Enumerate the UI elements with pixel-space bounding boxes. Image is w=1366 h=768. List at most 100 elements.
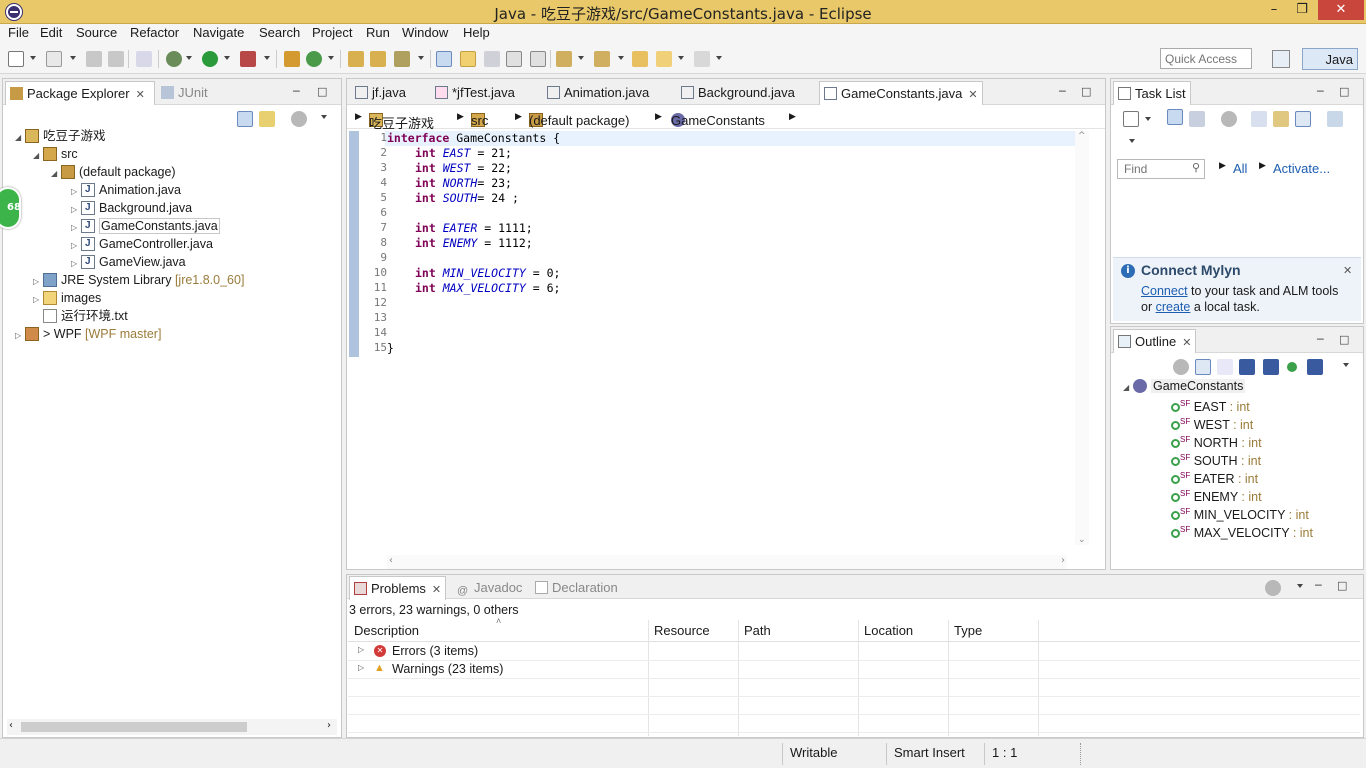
hide-completed-icon[interactable] [1251, 111, 1267, 127]
hide-nonpublic-icon[interactable] [1287, 362, 1297, 372]
chevron-right-icon[interactable]: ▶ [355, 111, 362, 122]
menu-file[interactable]: File [8, 25, 29, 40]
status-insert-mode[interactable]: Smart Insert [894, 745, 965, 760]
menu-project[interactable]: Project [312, 25, 352, 40]
new-task-icon[interactable] [1123, 111, 1139, 127]
tab-declaration[interactable]: Declaration [531, 576, 622, 600]
tab-jftest-java[interactable]: *jfTest.java [431, 81, 519, 105]
tab-javadoc[interactable]: @ Javadoc [453, 576, 526, 600]
tree-file-gamecontroller[interactable]: ▷GameController.java [71, 235, 213, 253]
chevron-right-icon[interactable]: ▶ [515, 111, 522, 122]
paragraph-icon[interactable] [530, 51, 546, 67]
tree-txt-file[interactable]: 运行环境.txt [43, 307, 128, 325]
tree-jre-library[interactable]: ▷ JRE System Library [jre1.8.0_60] [33, 271, 244, 289]
maximize-button[interactable]: ❐ [1288, 0, 1316, 20]
hide-local-types-icon[interactable] [1307, 359, 1323, 375]
maximize-view-icon[interactable]: □ [1339, 333, 1349, 346]
tab-jf-java[interactable]: jf.java [351, 81, 410, 105]
link-with-editor-icon[interactable] [259, 111, 275, 127]
new-class-dropdown-icon[interactable] [328, 56, 334, 60]
outline-field[interactable]: SF NORTH : int [1171, 431, 1262, 450]
problem-group-errors[interactable]: ▷ ✕ Errors (3 items) [348, 643, 1360, 661]
scroll-thumb[interactable] [21, 722, 247, 732]
vertical-scrollbar[interactable]: ^ ⌄ [1075, 131, 1089, 545]
tree-file-gameview[interactable]: ▷GameView.java [71, 253, 186, 271]
close-icon[interactable]: ✕ [1343, 264, 1352, 277]
task-repositories-icon[interactable] [1327, 111, 1343, 127]
tab-outline[interactable]: Outline ✕ [1113, 329, 1197, 353]
maximize-view-icon[interactable]: □ [1337, 579, 1347, 592]
back-icon[interactable] [656, 51, 672, 67]
forward-icon[interactable] [694, 51, 710, 67]
open-dropdown-icon[interactable] [70, 56, 76, 60]
activate-task-link[interactable]: Activate... [1273, 161, 1330, 176]
code-editor[interactable]: 1 2 3 4 5 6 7 8 9 10 11 12 13 14 15 inte… [347, 131, 1105, 569]
toggle-mark-occurrences-icon[interactable] [436, 51, 452, 67]
collapse-all-icon[interactable] [1295, 111, 1311, 127]
minimize-view-icon[interactable]: ─ [293, 85, 300, 98]
minimize-button[interactable]: – [1260, 0, 1288, 20]
close-icon[interactable]: ✕ [432, 584, 441, 596]
menu-run[interactable]: Run [366, 25, 390, 40]
expand-arrow-icon[interactable]: ▷ [358, 663, 364, 672]
tree-file-gameconstants[interactable]: ▷GameConstants.java [71, 217, 220, 235]
scroll-up-icon[interactable]: ^ [1078, 131, 1086, 141]
minimize-view-icon[interactable]: ─ [1317, 85, 1324, 98]
java-perspective-button[interactable]: Java [1302, 48, 1358, 70]
tab-package-explorer[interactable]: Package Explorer ✕ [5, 81, 155, 105]
search-icon[interactable] [394, 51, 410, 67]
task-find-field[interactable]: ⚲ [1117, 159, 1205, 179]
search-icon[interactable]: ⚲ [1192, 161, 1200, 174]
chevron-right-icon[interactable]: ▶ [655, 111, 662, 122]
create-link[interactable]: create [1156, 300, 1191, 314]
categorized-icon[interactable] [1167, 109, 1183, 125]
debug-icon[interactable] [166, 51, 182, 67]
outline-field[interactable]: SF SOUTH : int [1171, 449, 1261, 468]
quick-access-input[interactable] [1160, 48, 1252, 69]
tree-images[interactable]: ▷ images [33, 289, 101, 307]
new-dropdown-icon[interactable] [30, 56, 36, 60]
tree-file-animation[interactable]: ▷Animation.java [71, 181, 181, 199]
view-menu-icon[interactable] [1297, 584, 1303, 588]
view-menu-icon[interactable] [1129, 139, 1135, 143]
maximize-view-icon[interactable]: □ [317, 85, 327, 98]
minimize-view-icon[interactable]: ─ [1315, 579, 1322, 592]
forward-dropdown-icon[interactable] [716, 56, 722, 60]
external-tools-dropdown-icon[interactable] [264, 56, 270, 60]
scroll-down-icon[interactable]: ⌄ [1078, 535, 1086, 545]
save-icon[interactable] [86, 51, 102, 67]
new-java-project-icon[interactable] [284, 51, 300, 67]
skip-breakpoints-icon[interactable] [136, 51, 152, 67]
connect-link[interactable]: Connect [1141, 284, 1188, 298]
view-menu-icon[interactable] [321, 115, 327, 119]
tree-wpf-project[interactable]: ▷ > WPF [WPF master] [15, 325, 161, 343]
synchronize-icon[interactable] [1221, 111, 1237, 127]
problem-group-warnings[interactable]: ▷ ▲ Warnings (23 items) [348, 661, 1360, 679]
tab-background-java[interactable]: Background.java [677, 81, 799, 105]
column-description[interactable]: Description [354, 623, 419, 638]
minimize-view-icon[interactable]: ─ [1317, 333, 1324, 346]
floating-badge[interactable]: 68 [0, 187, 21, 229]
scroll-right-icon[interactable]: › [1061, 555, 1065, 566]
block-selection-icon[interactable] [484, 51, 500, 67]
new-class-icon[interactable] [306, 51, 322, 67]
open-perspective-icon[interactable] [1272, 50, 1290, 68]
open-task-icon[interactable] [370, 51, 386, 67]
column-resource[interactable]: Resource [654, 623, 710, 638]
editor-horizontal-scrollbar[interactable]: ‹ › [387, 555, 1067, 569]
minimize-view-icon[interactable]: ─ [1059, 85, 1066, 98]
tree-default-package[interactable]: ◢ (default package) [51, 163, 176, 181]
scheduled-icon[interactable] [1189, 111, 1205, 127]
scroll-right-icon[interactable]: › [327, 720, 331, 731]
tab-gameconstants-java[interactable]: GameConstants.java ✕ [819, 81, 983, 105]
task-find-input[interactable] [1118, 160, 1182, 178]
show-whitespace-icon[interactable] [506, 51, 522, 67]
expand-arrow-icon[interactable]: ◢ [1123, 379, 1133, 397]
run-dropdown-icon[interactable] [224, 56, 230, 60]
close-icon[interactable]: ✕ [1182, 337, 1191, 349]
hide-fields-icon[interactable] [1239, 359, 1255, 375]
tree-src[interactable]: ◢ src [33, 145, 78, 163]
scroll-left-icon[interactable]: ‹ [9, 720, 13, 731]
chevron-right-icon[interactable]: ▶ [789, 111, 796, 122]
outline-field[interactable]: SF MIN_VELOCITY : int [1171, 503, 1309, 522]
